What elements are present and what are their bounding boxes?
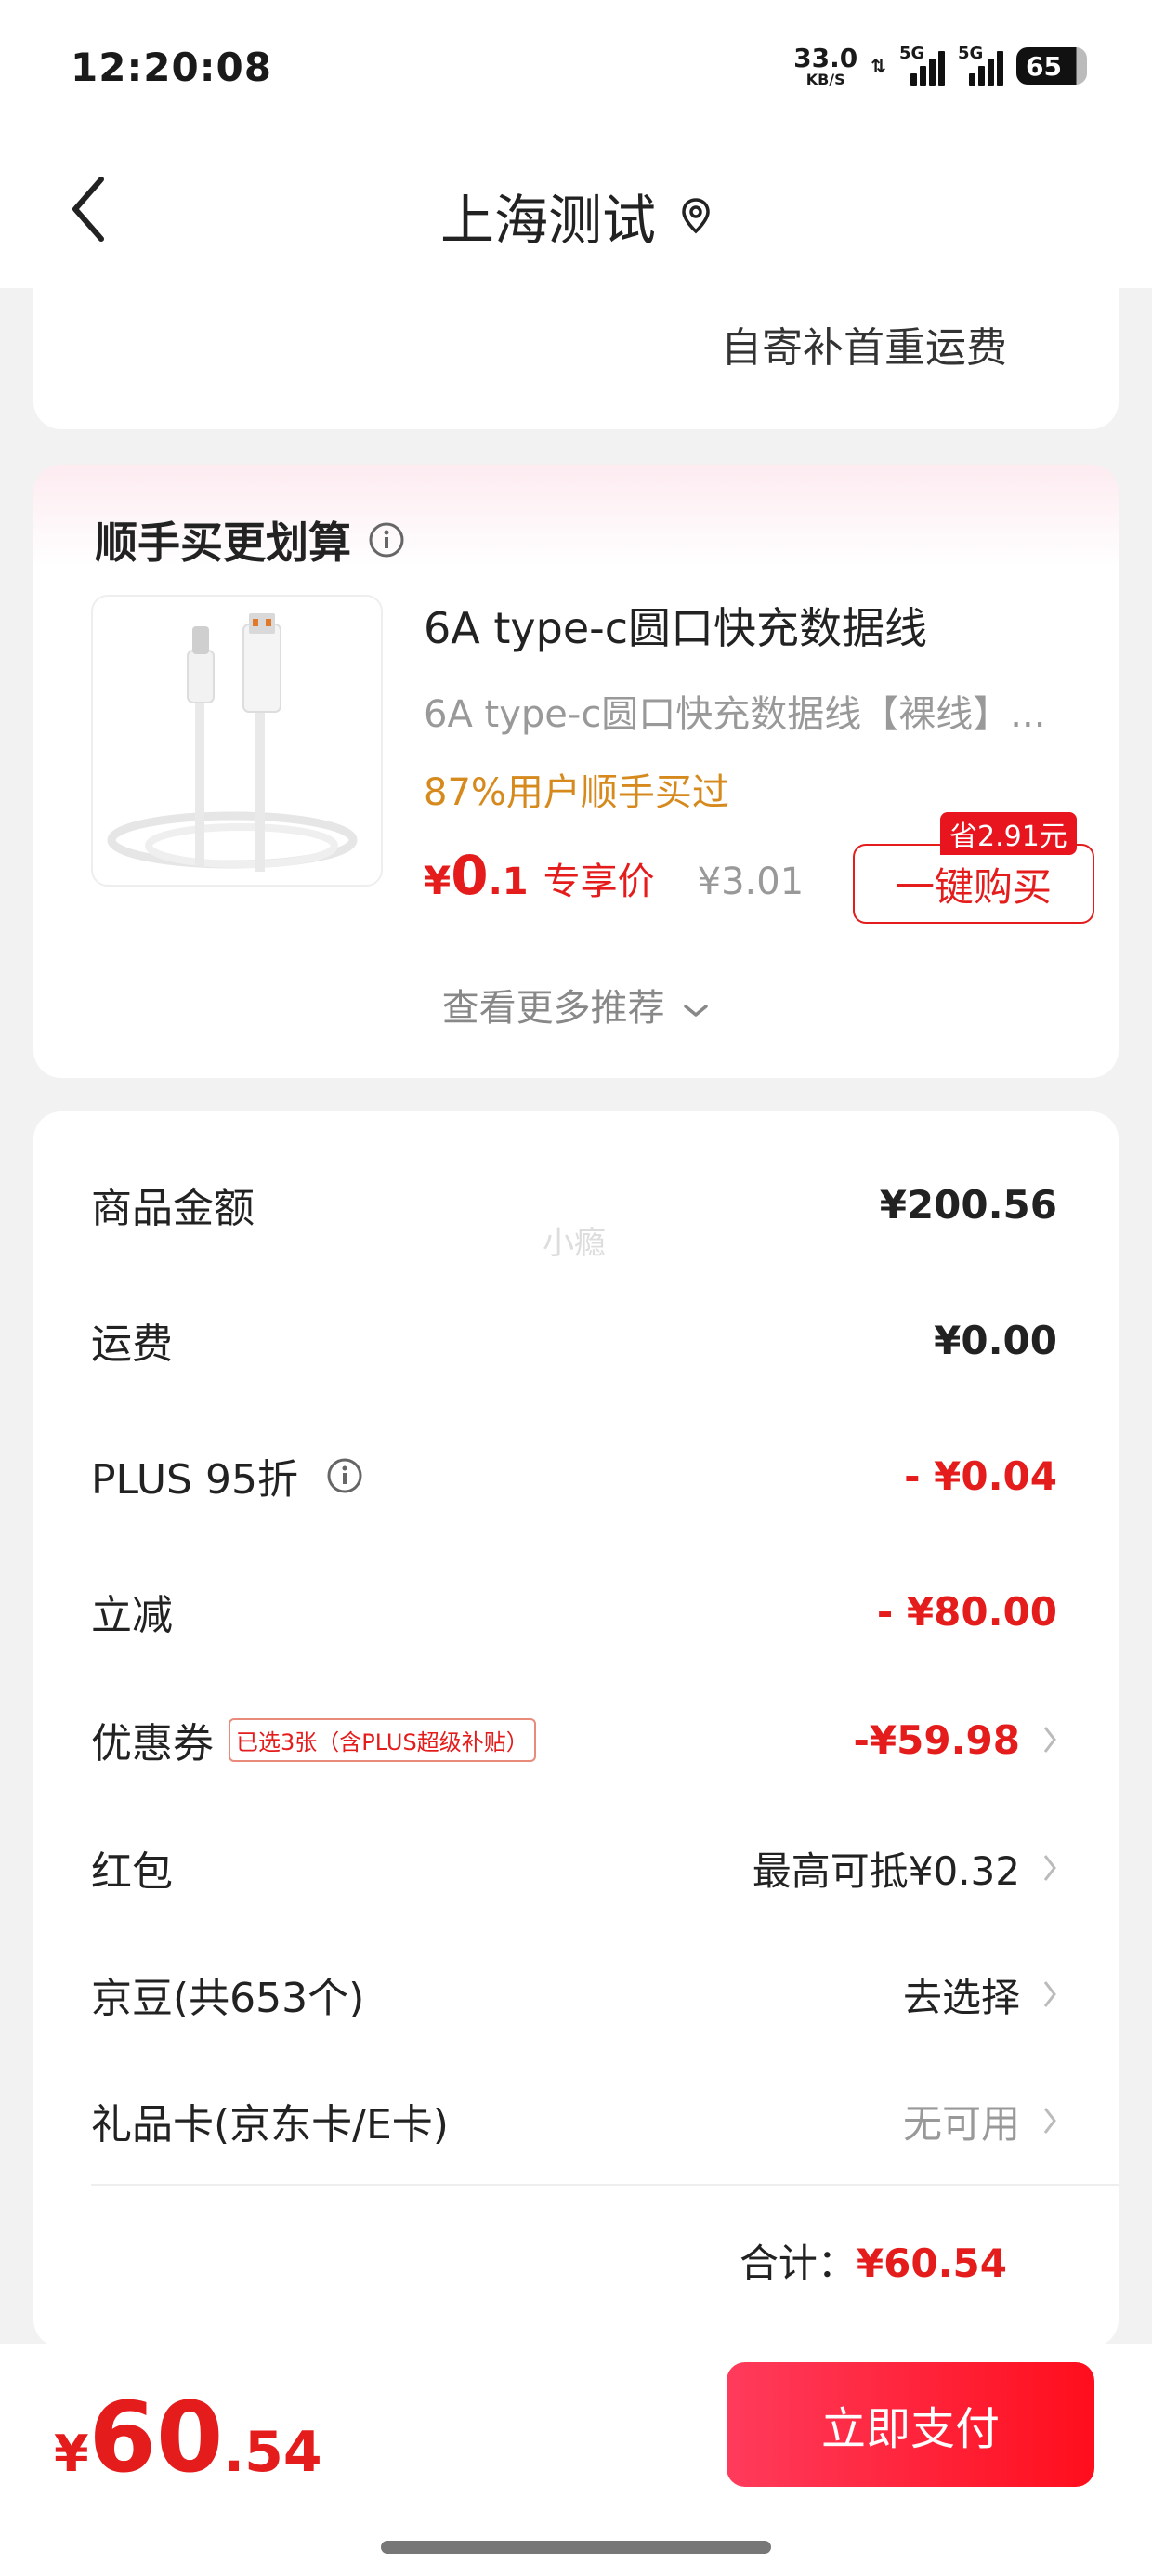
row-value: 无可用: [903, 2093, 1057, 2149]
address-title: 上海测试: [439, 189, 656, 252]
row-value-text: -¥59.98: [853, 1716, 1020, 1763]
order-total: 合计： ¥60.54: [740, 2232, 1007, 2289]
row-value: ¥200.56: [879, 1181, 1057, 1228]
usb-cable-image: [107, 613, 358, 872]
payable-amount: ¥ 60 .54: [54, 2381, 322, 2494]
row-label: 京豆(共653个): [91, 1975, 365, 2022]
chevron-right-icon: [1042, 2105, 1057, 2136]
total-value: ¥60.54: [856, 2241, 1007, 2286]
pay-now-button[interactable]: 立即支付: [727, 2362, 1094, 2487]
chevron-down-icon: [684, 1005, 709, 1017]
row-label: 运费: [91, 1321, 173, 1368]
row-value: - ¥0.04: [904, 1452, 1057, 1499]
sim2-network-type: 5G: [958, 44, 984, 63]
chevron-right-icon: [1042, 1978, 1057, 2010]
location-pin-icon: [682, 198, 710, 234]
price-decimal: .1: [488, 861, 529, 903]
network-speed-value: 33.0: [793, 42, 858, 73]
row-value-text: 最高可抵¥0.32: [752, 1847, 1020, 1894]
social-proof: 87%用户顺手买过: [424, 771, 729, 814]
payable-integer: 60: [88, 2381, 224, 2494]
row-red-packet[interactable]: 红包 最高可抵¥0.32: [91, 1831, 1057, 1905]
signal-strength-icon: 5G: [958, 44, 1003, 86]
row-value: ¥0.00: [934, 1317, 1057, 1363]
row-label: 红包: [91, 1848, 173, 1896]
row-instant-discount: 立减 - ¥80.00: [91, 1574, 1057, 1649]
original-price: ¥3.01: [697, 861, 805, 903]
row-gift-card[interactable]: 礼品卡(京东卡/E卡) 无可用: [91, 2083, 1057, 2158]
more-recommendations-link[interactable]: 查看更多推荐: [33, 978, 1119, 1032]
price-currency: ¥: [424, 858, 452, 903]
status-icons: 33.0 KB/S ⇅ 5G 5G 65: [793, 43, 1087, 89]
row-coupons[interactable]: 优惠券 已选3张（含PLUS超级补贴） -¥59.98: [91, 1702, 1057, 1777]
info-icon[interactable]: [368, 521, 405, 559]
payable-decimal: .54: [223, 2420, 322, 2485]
row-plus-discount: PLUS 95折 - ¥0.04: [91, 1439, 1057, 1513]
battery-icon: 65: [1016, 47, 1087, 85]
row-value: -¥59.98: [853, 1717, 1057, 1763]
more-recommendations-label: 查看更多推荐: [441, 987, 665, 1030]
one-click-buy-button[interactable]: 一键购买: [853, 844, 1094, 924]
row-value: 去选择: [903, 1966, 1057, 2023]
checkout-bar: ¥ 60 .54 立即支付: [0, 2344, 1152, 2576]
battery-level: 65: [1026, 50, 1062, 82]
payable-currency: ¥: [54, 2425, 89, 2483]
row-label: 商品金额: [91, 1185, 255, 1232]
chevron-right-icon: [1042, 1724, 1057, 1755]
total-label: 合计：: [739, 2241, 857, 2286]
row-label-text: 优惠券: [91, 1720, 214, 1768]
divider: [91, 2184, 1119, 2186]
row-jd-beans[interactable]: 京豆(共653个) 去选择: [91, 1957, 1057, 2031]
row-label-text: PLUS 95折: [91, 1456, 298, 1504]
signal-strength-icon: 5G: [899, 44, 945, 86]
row-label: 立减: [91, 1592, 173, 1639]
status-bar: 12:20:08 33.0 KB/S ⇅ 5G 5G 65: [0, 0, 1152, 139]
coupon-tag: 已选3张（含PLUS超级补贴）: [229, 1717, 536, 1762]
page-title[interactable]: 上海测试: [0, 177, 1152, 255]
exclusive-price-label: 专享价: [543, 861, 655, 903]
row-goods-amount: 商品金额 ¥200.56: [91, 1167, 1057, 1242]
product-subtitle: 6A type-c圆口快充数据线【裸线】...: [424, 693, 1046, 736]
row-value: - ¥80.00: [876, 1588, 1057, 1635]
row-label: 优惠券 已选3张（含PLUS超级补贴）: [91, 1710, 536, 1769]
self-ship-note: 自寄补首重运费: [721, 324, 1007, 372]
product-name[interactable]: 6A type-c圆口快充数据线: [424, 595, 927, 656]
recommend-title: 顺手买更划算: [95, 509, 405, 571]
row-label: 礼品卡(京东卡/E卡): [91, 2101, 449, 2149]
chevron-right-icon: [1042, 1852, 1057, 1884]
row-value: 最高可抵¥0.32: [753, 1840, 1057, 1897]
product-image[interactable]: [91, 595, 383, 887]
savings-badge: 省2.91元: [940, 812, 1077, 855]
status-time: 12:20:08: [71, 45, 272, 90]
row-shipping-fee: 运费 ¥0.00: [91, 1303, 1057, 1377]
home-indicator[interactable]: [381, 2541, 771, 2554]
sim1-network-type: 5G: [899, 44, 925, 63]
order-summary-card: 小瘾 商品金额 ¥200.56 运费 ¥0.00 PLUS 95折 - ¥0.0…: [33, 1111, 1119, 2347]
shipping-card: 自寄补首重运费: [33, 269, 1119, 429]
product-price-row: ¥ 0 .1 专享价 ¥3.01: [424, 844, 804, 907]
info-icon[interactable]: [326, 1457, 363, 1494]
recommend-title-text: 顺手买更划算: [95, 518, 351, 568]
price-integer: 0: [451, 844, 489, 907]
page-header: 上海测试: [0, 139, 1152, 288]
row-label: PLUS 95折: [91, 1446, 363, 1505]
row-value-text: 无可用: [902, 2100, 1020, 2147]
network-speed-unit: KB/S: [805, 70, 845, 88]
network-speed: 33.0 KB/S: [793, 42, 858, 88]
data-transfer-icon: ⇅: [871, 55, 886, 77]
row-value-text: 去选择: [902, 1974, 1020, 2020]
recommend-card: 顺手买更划算 6A type-c圆口快充数据线 6A type-c圆口快充数据线…: [33, 465, 1119, 1078]
